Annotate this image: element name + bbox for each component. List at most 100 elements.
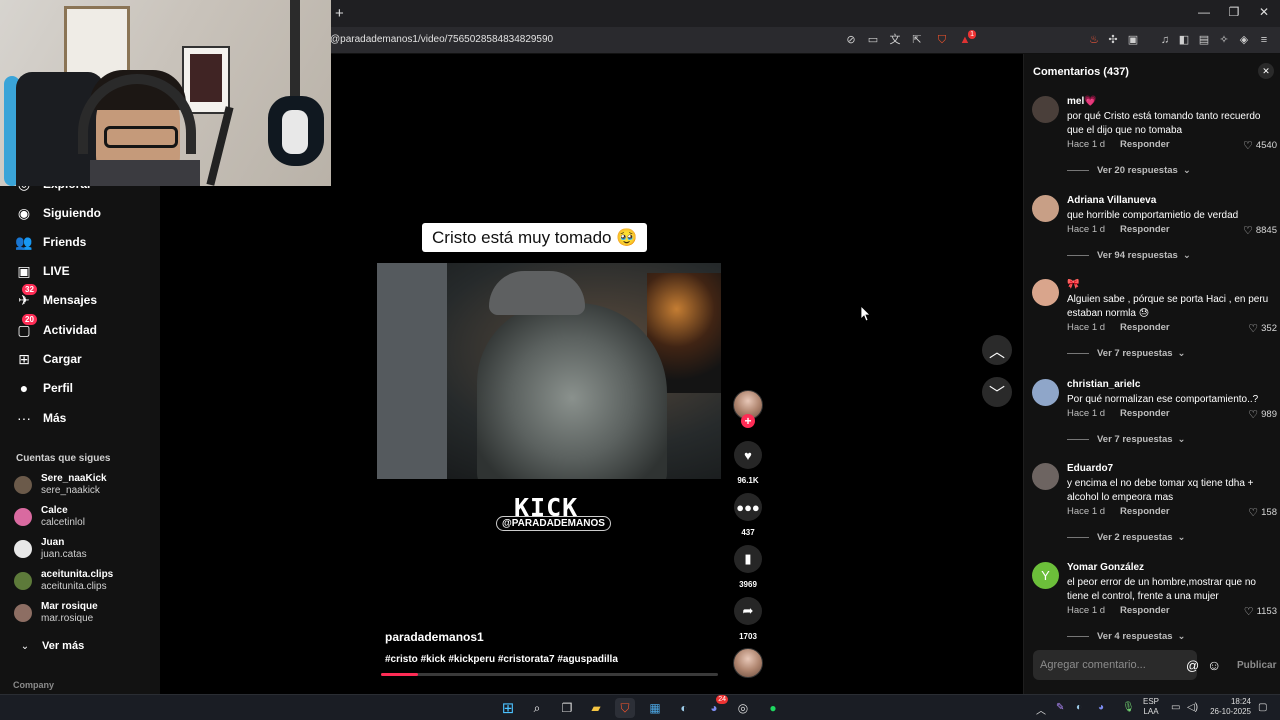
publish-button[interactable]: Publicar xyxy=(1237,660,1276,671)
menu-icon[interactable]: ≡ xyxy=(1257,33,1271,47)
discord-icon[interactable]: ◕ 24 xyxy=(704,695,728,718)
video-progress-bar[interactable] xyxy=(381,673,718,676)
comment-like-button[interactable]: ♡ 352 xyxy=(1248,322,1277,335)
vpn-shield-icon[interactable]: ◈ xyxy=(1237,33,1251,47)
video-frame[interactable] xyxy=(377,263,721,479)
nav-item-perfil[interactable]: ● Perfil xyxy=(14,376,73,400)
url-field[interactable]: @paradademanos1/video/756502858483482959… xyxy=(330,34,553,45)
comment-username[interactable]: Yomar González xyxy=(1067,562,1144,573)
avatar[interactable]: Y xyxy=(1032,562,1059,589)
avatar[interactable] xyxy=(1032,279,1059,306)
comment-like-button[interactable]: ♡ 1153 xyxy=(1244,605,1277,618)
mention-icon[interactable]: @ xyxy=(1186,658,1199,673)
see-more-accounts-button[interactable]: ⌄ Ver más xyxy=(18,636,84,656)
view-replies-button[interactable]: Ver 7 respuestas ⌄ xyxy=(1067,434,1186,445)
followed-account[interactable]: Mar rosique mar.rosique xyxy=(14,599,98,627)
followed-account[interactable]: Sere_naaKick sere_naakick xyxy=(14,471,107,499)
task-view-icon[interactable]: ❐ xyxy=(557,698,577,718)
notifications-icon[interactable]: ▢ xyxy=(1258,702,1267,713)
media-music-icon[interactable]: ♫ xyxy=(1158,33,1172,47)
tray-steam-icon[interactable]: ◐ xyxy=(1076,702,1082,713)
view-replies-button[interactable]: Ver 94 respuestas ⌄ xyxy=(1067,250,1191,261)
windows-start-icon[interactable]: ⊞ xyxy=(498,698,518,718)
comment-like-button[interactable]: ♡ 8845 xyxy=(1243,224,1277,237)
network-icon[interactable]: ▭ xyxy=(1171,702,1180,713)
comment-username[interactable]: Adriana Villanueva xyxy=(1067,195,1156,206)
wallet-icon[interactable]: ▤ xyxy=(1197,33,1211,47)
avatar[interactable] xyxy=(1032,195,1059,222)
tray-discord-icon[interactable]: ◕ xyxy=(1098,702,1104,713)
clock[interactable]: 18:24 26-10-2025 xyxy=(1209,697,1251,717)
maximize-button[interactable]: ❐ xyxy=(1227,5,1241,19)
avatar[interactable] xyxy=(1032,96,1059,123)
extension-box-icon[interactable]: ▣ xyxy=(1126,33,1140,47)
obs-icon[interactable]: ◎ xyxy=(733,698,753,718)
close-window-button[interactable]: ✕ xyxy=(1257,5,1271,19)
tray-mic-icon[interactable]: 🎙 xyxy=(1122,702,1135,713)
new-tab-button[interactable]: + xyxy=(335,5,344,22)
reply-button[interactable]: Responder xyxy=(1120,408,1170,419)
avatar[interactable] xyxy=(1032,379,1059,406)
view-replies-button[interactable]: Ver 4 respuestas ⌄ xyxy=(1067,631,1186,642)
nav-item-mensajes[interactable]: ✈ 32 Mensajes xyxy=(14,284,97,312)
avatar[interactable] xyxy=(1032,463,1059,490)
sound-avatar[interactable] xyxy=(733,648,763,678)
comment-username[interactable]: 🎀 xyxy=(1067,279,1079,290)
nav-item-actividad[interactable]: ▢ 20 Actividad xyxy=(14,314,97,342)
like-button[interactable]: ♥ xyxy=(734,441,762,469)
reply-button[interactable]: Responder xyxy=(1120,139,1170,150)
reply-button[interactable]: Responder xyxy=(1120,605,1170,616)
leo-ai-icon[interactable]: ✧ xyxy=(1217,33,1231,47)
reply-button[interactable]: Responder xyxy=(1120,322,1170,333)
spotify-icon[interactable]: ● xyxy=(763,698,783,718)
followed-account[interactable]: aceitunita.clips aceitunita.clips xyxy=(14,567,113,595)
tray-overflow-icon[interactable]: ︿ xyxy=(1036,702,1046,717)
share-button[interactable]: ➦ xyxy=(734,597,762,625)
language-indicator[interactable]: ESP LAA xyxy=(1143,697,1159,717)
save-button[interactable]: ▮ xyxy=(734,545,762,573)
translate-icon[interactable]: 文 xyxy=(888,33,902,47)
brave-rewards-icon[interactable]: ▲ 1 xyxy=(958,30,976,47)
share-icon[interactable]: ⇱ xyxy=(910,33,924,47)
nav-item-siguiendo[interactable]: ◉ Siguiendo xyxy=(14,201,101,225)
comment-like-button[interactable]: ♡ 158 xyxy=(1248,506,1277,519)
comment-like-button[interactable]: ♡ 989 xyxy=(1248,408,1277,421)
nav-item-live[interactable]: ▣ LIVE xyxy=(14,259,69,283)
no-camera-icon[interactable]: ⊘ xyxy=(844,33,858,47)
nav-item-friends[interactable]: 👥 Friends xyxy=(14,230,86,254)
steam-icon[interactable]: ◐ xyxy=(674,698,694,718)
followed-account[interactable]: Juan juan.catas xyxy=(14,535,87,563)
brave-shields-icon[interactable]: ⛉ xyxy=(935,33,949,47)
volume-icon[interactable]: ◁) xyxy=(1187,702,1198,713)
video-hashtags[interactable]: #cristo #kick #kickperu #cristorata7 #ag… xyxy=(385,654,618,665)
file-explorer-icon[interactable]: ▰ xyxy=(586,698,606,718)
nav-item-cargar[interactable]: ⊞ Cargar xyxy=(14,347,82,371)
view-replies-button[interactable]: Ver 20 respuestas ⌄ xyxy=(1067,165,1191,176)
view-replies-button[interactable]: Ver 7 respuestas ⌄ xyxy=(1067,348,1186,359)
nav-item-mas[interactable]: ··· Más xyxy=(14,406,66,430)
view-replies-button[interactable]: Ver 2 respuestas ⌄ xyxy=(1067,532,1186,543)
sidebar-icon[interactable]: ◧ xyxy=(1177,33,1191,47)
reply-button[interactable]: Responder xyxy=(1120,224,1170,235)
close-comments-button[interactable]: ✕ xyxy=(1258,63,1274,79)
comment-username[interactable]: christian_arielc xyxy=(1067,379,1140,390)
comment-like-button[interactable]: ♡ 4540 xyxy=(1243,139,1277,152)
previous-video-button[interactable]: ︿ xyxy=(982,335,1012,365)
followed-account[interactable]: Calce calcetinlol xyxy=(14,503,85,531)
extension-fire-icon[interactable]: ♨ xyxy=(1087,33,1101,47)
comment-button[interactable]: ●●● xyxy=(734,493,762,521)
minimize-button[interactable]: — xyxy=(1197,5,1211,19)
tray-app-icon[interactable]: ✎ xyxy=(1056,702,1064,713)
next-video-button[interactable]: ﹀ xyxy=(982,377,1012,407)
search-icon[interactable]: ⌕ xyxy=(527,698,547,718)
comment-username[interactable]: Eduardo7 xyxy=(1067,463,1113,474)
comment-username[interactable]: mel💗 xyxy=(1067,96,1097,107)
extension-puzzle-icon[interactable]: ✣ xyxy=(1106,33,1120,47)
follow-button[interactable]: + xyxy=(741,414,755,428)
cast-icon[interactable]: ▭ xyxy=(866,33,880,47)
reply-button[interactable]: Responder xyxy=(1120,506,1170,517)
company-link[interactable]: Company xyxy=(13,680,54,690)
brave-browser-icon[interactable]: ⛉ xyxy=(615,698,635,718)
emoji-icon[interactable]: ☺ xyxy=(1207,657,1221,673)
photos-app-icon[interactable]: ▦ xyxy=(645,698,665,718)
